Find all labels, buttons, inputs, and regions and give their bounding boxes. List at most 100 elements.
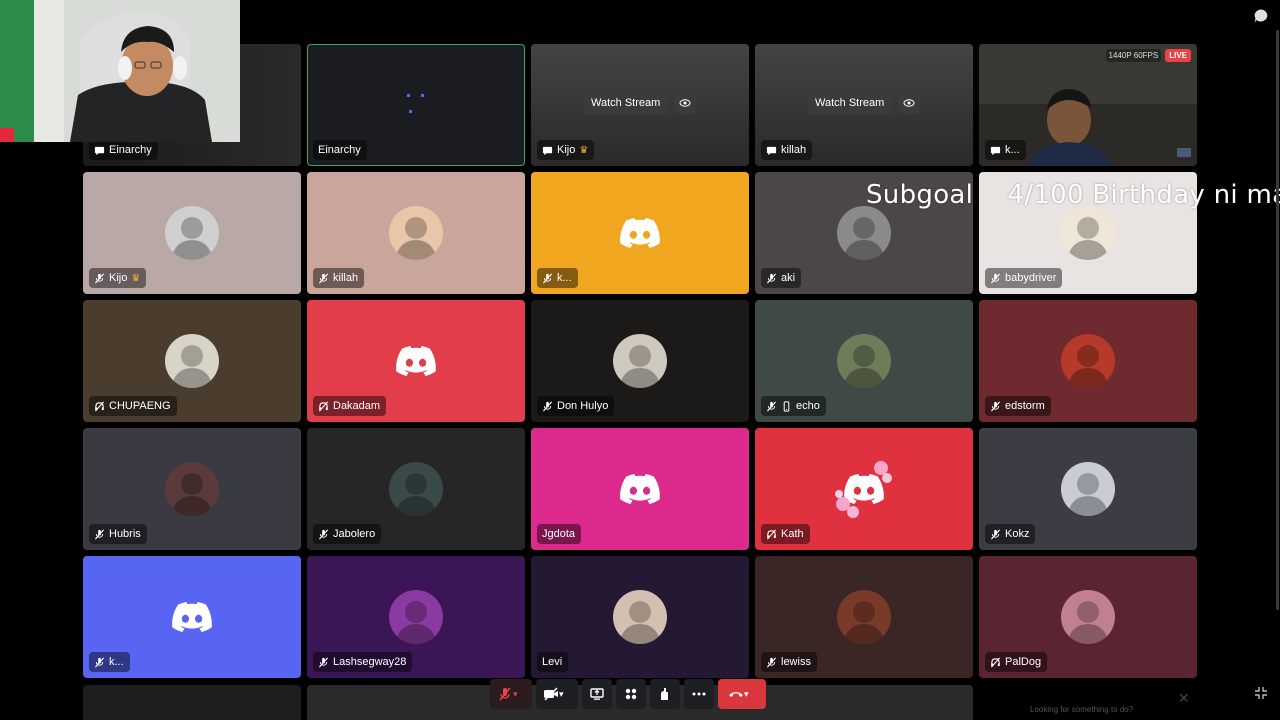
hangup-button[interactable]: ▾ [718, 679, 766, 709]
participant-name: Levi [542, 656, 563, 668]
participant-tile[interactable]: edstorm [979, 300, 1197, 422]
user-avatar [1061, 590, 1115, 644]
participant-tile[interactable]: Hubris [83, 428, 301, 550]
close-icon[interactable]: ✕ [1178, 690, 1190, 707]
camera-off-icon [543, 686, 559, 702]
partial-tile [83, 685, 301, 720]
scrollbar[interactable] [1276, 30, 1279, 610]
participant-nameplate: lewiss [761, 652, 817, 672]
participant-tile[interactable]: Kijo ♛ [83, 172, 301, 294]
participant-tile[interactable]: Einarchy [307, 44, 525, 166]
participant-nameplate: Dakadam [313, 396, 387, 416]
participant-nameplate: Einarchy [89, 140, 158, 160]
participant-tile[interactable]: k... [531, 172, 749, 294]
streamer-webcam [0, 0, 240, 142]
participant-name: Don Hulyo [557, 400, 609, 412]
participant-nameplate: killah [313, 268, 365, 288]
video-feed [421, 94, 424, 97]
eye-icon[interactable] [674, 92, 697, 114]
participant-name: k... [109, 656, 124, 668]
participant-tile[interactable]: Kath [755, 428, 973, 550]
deafened-icon [94, 401, 105, 412]
flower-decoration-icon [835, 461, 892, 518]
chevron-down-icon[interactable]: ▾ [559, 689, 571, 700]
video-feed [409, 110, 412, 113]
activities-icon [623, 686, 639, 702]
screen-share-icon [589, 686, 605, 702]
mic-muted-icon [318, 657, 329, 668]
eye-icon[interactable] [898, 92, 921, 114]
participant-name: Dakadam [333, 400, 381, 412]
chat-bubble-icon [542, 145, 553, 156]
participant-tile[interactable]: Jabolero [307, 428, 525, 550]
mic-muted-icon [766, 401, 777, 412]
activity-toast[interactable]: Looking for something to do? [1030, 705, 1133, 714]
participant-tile[interactable]: Watch Stream killah [755, 44, 973, 166]
participant-nameplate: aki [761, 268, 802, 288]
soundboard-button[interactable] [650, 679, 680, 709]
participant-nameplate: Einarchy [313, 140, 367, 160]
participant-name: CHUPAENG [109, 400, 171, 412]
participant-tile[interactable]: k... [83, 556, 301, 678]
participant-tile[interactable]: killah [307, 172, 525, 294]
discord-logo-icon [396, 346, 436, 376]
user-avatar [837, 590, 891, 644]
mic-muted-icon [94, 657, 105, 668]
activities-button[interactable] [616, 679, 646, 709]
participant-nameplate: Hubris [89, 524, 147, 544]
participant-nameplate: echo [761, 396, 826, 416]
participant-tile[interactable]: echo [755, 300, 973, 422]
participant-tile[interactable]: Lashsegway28 [307, 556, 525, 678]
participant-name: echo [796, 400, 820, 412]
participant-tile[interactable]: Jgdota [531, 428, 749, 550]
user-avatar [613, 334, 667, 388]
participant-tile[interactable]: Watch Stream Kijo ♛ [531, 44, 749, 166]
user-avatar [165, 206, 219, 260]
participant-nameplate: k... [537, 268, 578, 288]
watch-stream-button[interactable]: Watch Stream [583, 92, 669, 114]
user-avatar [1061, 462, 1115, 516]
participant-tile[interactable]: Kokz [979, 428, 1197, 550]
video-feed [407, 94, 410, 97]
participant-name: Einarchy [109, 144, 152, 156]
participant-name: edstorm [1005, 400, 1045, 412]
user-avatar [1061, 206, 1115, 260]
participant-name: Kijo [557, 144, 576, 156]
deafened-icon [766, 529, 777, 540]
participant-nameplate: Kath [761, 524, 810, 544]
participant-name: Kokz [1005, 528, 1030, 540]
participant-name: Jabolero [333, 528, 376, 540]
mic-muted-icon [497, 686, 513, 702]
chat-bubble-icon [766, 145, 777, 156]
stream-status: 1440P 60FPS LIVE [1105, 49, 1191, 62]
screen-share-button[interactable] [582, 679, 612, 709]
participant-tile[interactable]: lewiss [755, 556, 973, 678]
user-avatar [837, 206, 891, 260]
participant-tile[interactable]: Dakadam [307, 300, 525, 422]
camera-toggle-button[interactable]: ▾ [536, 679, 578, 709]
participant-name: Kijo [109, 272, 128, 284]
participant-nameplate: k... [89, 652, 130, 672]
more-button[interactable] [684, 679, 714, 709]
watch-stream-button[interactable]: Watch Stream [807, 92, 893, 114]
participant-nameplate: edstorm [985, 396, 1051, 416]
participant-nameplate: Jabolero [313, 524, 382, 544]
mic-muted-icon [318, 273, 329, 284]
crown-icon: ♛ [579, 144, 589, 156]
chevron-down-icon[interactable]: ▾ [513, 689, 525, 700]
mic-toggle-button[interactable]: ▾ [490, 679, 532, 709]
participant-tile[interactable]: Levi [531, 556, 749, 678]
mic-muted-icon [542, 273, 553, 284]
chat-bubble-icon[interactable] [1253, 8, 1269, 24]
exit-fullscreen-icon[interactable] [1254, 686, 1268, 700]
mic-muted-icon [318, 529, 329, 540]
participant-tile[interactable]: Don Hulyo [531, 300, 749, 422]
participant-tile[interactable]: 1440P 60FPS LIVE k... [979, 44, 1197, 166]
participant-nameplate: Don Hulyo [537, 396, 615, 416]
user-avatar [837, 334, 891, 388]
mic-muted-icon [766, 657, 777, 668]
participant-tile[interactable]: PalDog [979, 556, 1197, 678]
participant-tile[interactable]: CHUPAENG [83, 300, 301, 422]
mic-muted-icon [94, 529, 105, 540]
chevron-down-icon[interactable]: ▾ [744, 689, 756, 700]
